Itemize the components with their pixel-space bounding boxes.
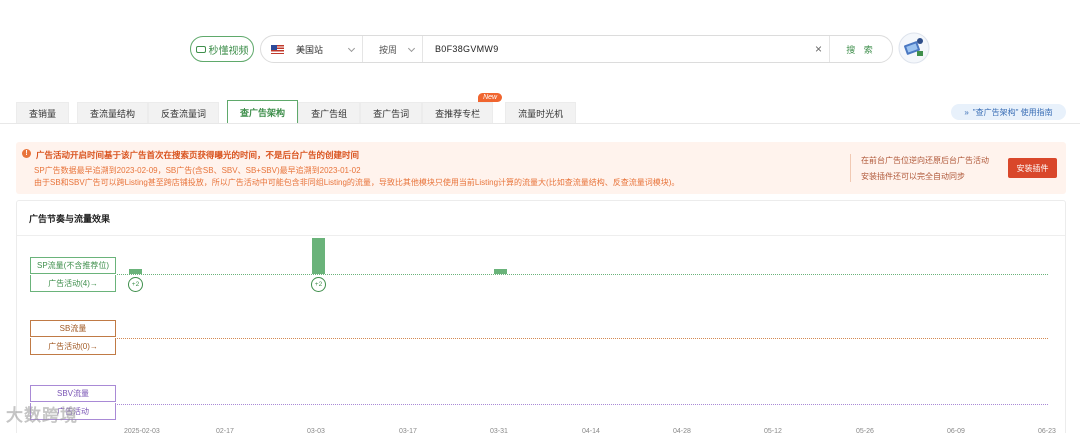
x-tick: 05-12 bbox=[764, 428, 782, 433]
new-badge: New bbox=[478, 93, 503, 102]
sp-bar bbox=[494, 269, 507, 274]
tab-ad-groups[interactable]: 查广告组 bbox=[298, 102, 361, 124]
clear-icon[interactable]: × bbox=[808, 36, 830, 62]
chevron-down-icon bbox=[407, 44, 416, 53]
x-tick: 06-09 bbox=[947, 428, 965, 433]
plugin-promo-line-1: 在前台广告位逆向还原后台广告活动 bbox=[861, 156, 989, 165]
user-avatar[interactable] bbox=[898, 32, 930, 64]
page: 秒懂视频 美国站 按周 B0F38GVMW9 × 搜 索 查销量 查流量结构 反… bbox=[0, 0, 1080, 433]
notice-line-1: SP广告数据最早追溯到2023-02-09，SB广告(含SB、SBV、SB+SB… bbox=[34, 166, 361, 175]
x-tick: 02-17 bbox=[216, 428, 234, 433]
notice-line-2: 由于SB和SBV广告可以跨Listing甚至跨店铺投放，所以广告活动中可能包含非… bbox=[34, 178, 680, 187]
us-flag-icon bbox=[271, 44, 284, 54]
usage-guide-label: "查广告架构" 使用指南 bbox=[972, 107, 1053, 117]
sp-bar bbox=[312, 238, 325, 274]
sp-campaigns-link[interactable]: 广告活动(4)→ bbox=[30, 275, 116, 292]
tab-bar: 查销量 查流量结构 反查流量词 查广告架构 查广告组 查广告词 查推荐专栏 Ne… bbox=[16, 93, 584, 124]
tab-sales[interactable]: 查销量 bbox=[16, 102, 70, 124]
plugin-promo-line-2: 安装插件还可以完全自动同步 bbox=[861, 172, 965, 181]
site-select[interactable]: 美国站 bbox=[261, 36, 363, 62]
tab-ad-keywords[interactable]: 查广告词 bbox=[360, 102, 423, 124]
period-select-value: 按周 bbox=[379, 44, 398, 55]
tab-reverse-keywords[interactable]: 反查流量词 bbox=[148, 102, 220, 124]
watermark: 大数跨境 bbox=[6, 406, 78, 425]
asin-search-input[interactable]: B0F38GVMW9 bbox=[423, 36, 808, 62]
campaign-count-badge[interactable]: +2 bbox=[311, 277, 326, 292]
search-button[interactable]: 搜 索 bbox=[830, 36, 892, 62]
warning-icon: ! bbox=[22, 149, 31, 158]
search-bar: 美国站 按周 B0F38GVMW9 × 搜 索 bbox=[260, 35, 893, 63]
x-tick: 03-31 bbox=[490, 428, 508, 433]
period-select[interactable]: 按周 bbox=[363, 36, 423, 62]
tab-traffic-time-machine[interactable]: 流量时光机 bbox=[505, 102, 577, 124]
x-tick: 04-28 bbox=[673, 428, 691, 433]
x-tick: 05-26 bbox=[856, 428, 874, 433]
x-tick: 04-14 bbox=[582, 428, 600, 433]
sbv-baseline bbox=[117, 404, 1048, 405]
tab-ad-structure[interactable]: 查广告架构 bbox=[227, 100, 299, 124]
notice-divider bbox=[850, 154, 851, 182]
install-plugin-button[interactable]: 安装插件 bbox=[1008, 158, 1057, 178]
campaign-count-badge[interactable]: +2 bbox=[128, 277, 143, 292]
video-tutorial-button[interactable]: 秒懂视频 bbox=[190, 36, 254, 62]
tab-divider bbox=[0, 123, 1080, 124]
x-tick: 06-23 bbox=[1038, 428, 1056, 433]
sb-baseline bbox=[117, 338, 1048, 339]
panel-title: 广告节奏与流量效果 bbox=[29, 214, 111, 224]
sp-traffic-label: SP流量(不含推荐位) bbox=[30, 257, 116, 274]
video-tutorial-label: 秒懂视频 bbox=[208, 45, 249, 57]
tab-traffic-structure[interactable]: 查流量结构 bbox=[77, 102, 149, 124]
sp-bar bbox=[129, 269, 142, 274]
sb-traffic-label: SB流量 bbox=[30, 320, 116, 337]
sb-campaigns-link[interactable]: 广告活动(0)→ bbox=[30, 338, 116, 355]
notice-title: 广告活动开启时间基于该广告首次在搜索页获得曝光的时间，不是后台广告的创建时间 bbox=[36, 150, 360, 160]
tab-recommend-column[interactable]: 查推荐专栏 New bbox=[422, 93, 503, 124]
sbv-traffic-label: SBV流量 bbox=[30, 385, 116, 402]
site-select-value: 美国站 bbox=[296, 44, 324, 55]
tab-recommend-label: 查推荐专栏 bbox=[435, 109, 481, 119]
video-icon bbox=[195, 45, 206, 53]
panel-divider bbox=[17, 235, 1065, 236]
x-tick: 2025-02-03 bbox=[124, 428, 160, 433]
x-tick: 03-03 bbox=[307, 428, 325, 433]
usage-guide-link[interactable]: » "查广告架构" 使用指南 bbox=[951, 104, 1066, 120]
chevron-down-icon bbox=[347, 44, 356, 53]
double-chevron-icon: » bbox=[964, 107, 969, 117]
ad-rhythm-panel: 广告节奏与流量效果 bbox=[16, 200, 1066, 433]
sp-baseline bbox=[117, 274, 1048, 275]
notice-banner: ! 广告活动开启时间基于该广告首次在搜索页获得曝光的时间，不是后台广告的创建时间… bbox=[16, 142, 1066, 194]
x-tick: 03-17 bbox=[399, 428, 417, 433]
